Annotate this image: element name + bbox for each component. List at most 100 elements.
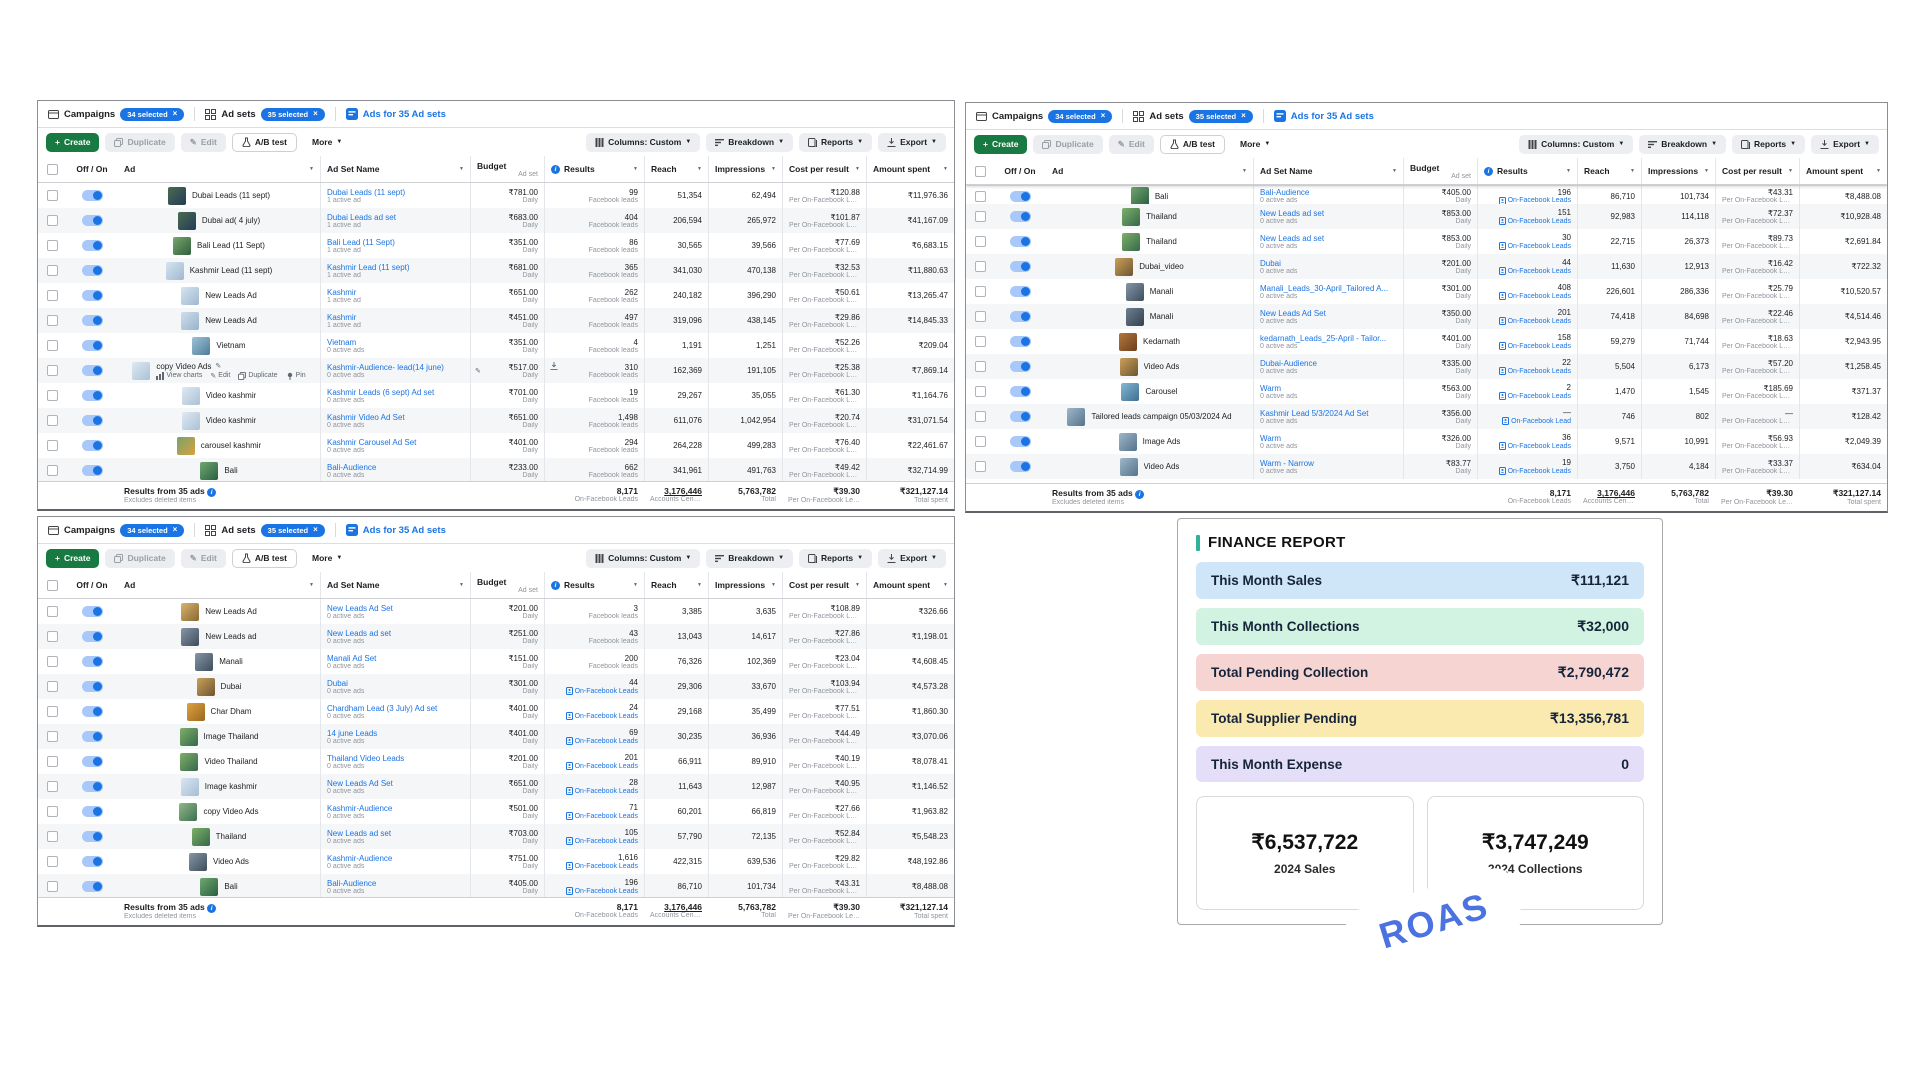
duplicate-action[interactable]: Duplicate (238, 372, 277, 380)
clear-selection-icon[interactable]: × (173, 110, 178, 118)
ad-set-link[interactable]: Dubai-Audience (1260, 359, 1397, 368)
row-toggle[interactable] (1010, 361, 1031, 372)
row-checkbox[interactable] (47, 265, 58, 276)
header-budget[interactable]: BudgetAd set (470, 572, 544, 598)
row-toggle[interactable] (82, 681, 103, 692)
ad-name[interactable]: Thailand (1146, 237, 1177, 246)
ad-name[interactable]: Manali (1150, 287, 1174, 296)
tab-ad-sets[interactable]: Ad sets 35 selected × (205, 524, 324, 537)
ad-name[interactable]: Dubai ad( 4 july) (202, 216, 260, 225)
results-type[interactable]: On-Facebook Leads (566, 737, 638, 745)
header-results[interactable]: iResults ▼ (544, 572, 644, 598)
row-toggle[interactable] (82, 215, 103, 226)
ad-name[interactable]: New Leads ad (205, 632, 256, 641)
ad-set-link[interactable]: kedarnath_Leads_25-April - Tailor... (1260, 334, 1397, 343)
select-all-checkbox[interactable] (47, 580, 58, 591)
table-row[interactable]: Char Dham✎ Chardham Lead (3 July) Ad set… (38, 699, 954, 724)
table-row[interactable]: Bali✎ Bali-Audience 0 active ads ✎ ₹405.… (38, 874, 954, 897)
ab-test-button[interactable]: A/B test (1160, 135, 1225, 154)
row-checkbox[interactable] (47, 781, 58, 792)
tab-ad-sets[interactable]: Ad sets 35 selected × (205, 108, 324, 121)
row-checkbox[interactable] (47, 390, 58, 401)
table-row[interactable]: Thailand✎ New Leads ad set 0 active ads … (966, 204, 1887, 229)
breakdown-button[interactable]: Breakdown ▼ (706, 133, 793, 152)
table-row[interactable]: Video kashmir✎ Kashmir Leads (6 sept) Ad… (38, 383, 954, 408)
create-button[interactable]: + Create (46, 133, 99, 152)
results-type[interactable]: On-Facebook Leads (566, 812, 638, 820)
ad-name[interactable]: Video kashmir (206, 391, 257, 400)
results-type[interactable]: On-Facebook Leads (566, 862, 638, 870)
row-checkbox[interactable] (47, 340, 58, 351)
ad-name[interactable]: Thailand (1146, 212, 1177, 221)
row-toggle[interactable] (1010, 461, 1031, 472)
ad-name[interactable]: Video kashmir (206, 416, 257, 425)
table-row[interactable]: Kashmir Lead (11 sept)✎ Kashmir Lead (11… (38, 258, 954, 283)
row-checkbox[interactable] (47, 806, 58, 817)
ad-name[interactable]: Manali (219, 657, 243, 666)
table-row[interactable]: Bali Lead (11 Sept)✎ Bali Lead (11 Sept)… (38, 233, 954, 258)
ad-set-link[interactable]: Bali-Audience (327, 879, 464, 888)
ad-name[interactable]: Dubai (221, 682, 242, 691)
results-type[interactable]: On-Facebook Leads (1499, 317, 1571, 325)
row-toggle[interactable] (82, 756, 103, 767)
ad-set-link[interactable]: Bali-Audience (1260, 188, 1397, 197)
header-amount-spent[interactable]: Amount spent▼ (1799, 158, 1887, 184)
results-type[interactable]: On-Facebook Leads (1499, 467, 1571, 475)
results-type[interactable]: On-Facebook Leads (1499, 292, 1571, 300)
row-checkbox[interactable] (47, 215, 58, 226)
ad-name[interactable]: Video Ads (1144, 462, 1180, 471)
table-row[interactable]: Kedarnath✎ kedarnath_Leads_25-April - Ta… (966, 329, 1887, 354)
table-row[interactable]: copy Video Ads✎ Kashmir-Audience 0 activ… (38, 799, 954, 824)
ad-name[interactable]: Bali (224, 882, 237, 891)
ad-set-link[interactable]: Warm (1260, 384, 1397, 393)
clear-selection-icon[interactable]: × (313, 526, 318, 534)
table-row[interactable]: New Leads Ad✎ Kashmir 1 active ad ✎ ₹451… (38, 308, 954, 333)
results-type[interactable]: On-Facebook Leads (566, 762, 638, 770)
ad-name[interactable]: Manali (1150, 312, 1174, 321)
ad-set-link[interactable]: Bali Lead (11 Sept) (327, 238, 464, 247)
header-ad[interactable]: Ad▼ (118, 156, 320, 182)
table-row[interactable]: Tailored leads campaign 05/03/2024 Ad✎ K… (966, 404, 1887, 429)
ad-set-link[interactable]: New Leads ad set (327, 829, 464, 838)
row-toggle[interactable] (1010, 436, 1031, 447)
reports-button[interactable]: Reports ▼ (799, 549, 872, 568)
results-type[interactable]: Facebook leads (589, 422, 638, 429)
row-checkbox[interactable] (47, 415, 58, 426)
campaigns-selected-badge[interactable]: 34 selected × (120, 524, 184, 537)
ad-name[interactable]: Bali (1155, 192, 1168, 201)
ad-set-link[interactable]: Dubai (327, 679, 464, 688)
row-checkbox[interactable] (47, 681, 58, 692)
columns-button[interactable]: Columns: Custom ▼ (1519, 135, 1633, 154)
row-toggle[interactable] (82, 440, 103, 451)
ad-set-link[interactable]: Vietnam (327, 338, 464, 347)
header-cost-per-result[interactable]: Cost per result▼ (782, 156, 866, 182)
table-row[interactable]: Image Thailand✎ 14 june Leads 0 active a… (38, 724, 954, 749)
header-impressions[interactable]: Impressions▼ (708, 572, 782, 598)
ad-set-link[interactable]: Manali Ad Set (327, 654, 464, 663)
ab-test-button[interactable]: A/B test (232, 549, 297, 568)
results-type[interactable]: Facebook leads (589, 638, 638, 645)
tab-campaigns[interactable]: Campaigns 34 selected × (976, 110, 1112, 123)
ad-name[interactable]: Image Ads (1143, 437, 1181, 446)
clear-selection-icon[interactable]: × (1241, 112, 1246, 120)
ad-name[interactable]: carousel kashmir (201, 441, 261, 450)
edit-button[interactable]: ✎ Edit (1109, 135, 1154, 154)
ad-name[interactable]: Video Ads (1144, 362, 1180, 371)
ab-test-button[interactable]: A/B test (232, 133, 297, 152)
header-reach[interactable]: Reach▼ (644, 572, 708, 598)
row-toggle[interactable] (1010, 411, 1031, 422)
table-row[interactable]: Video Ads✎ Dubai-Audience 0 active ads ✎… (966, 354, 1887, 379)
ad-set-link[interactable]: Kashmir-Audience (327, 854, 464, 863)
results-type[interactable]: Facebook leads (589, 272, 638, 279)
row-toggle[interactable] (82, 656, 103, 667)
table-row[interactable]: copy Video Ads✎ View charts ✎Edit Duplic… (38, 358, 954, 383)
header-results[interactable]: iResults ▼ (544, 156, 644, 182)
row-checkbox[interactable] (975, 411, 986, 422)
ad-name[interactable]: Image kashmir (205, 782, 257, 791)
row-checkbox[interactable] (975, 211, 986, 222)
results-type[interactable]: On-Facebook Lead (1502, 417, 1571, 425)
table-row[interactable]: Bali✎ Bali-Audience 0 active ads ✎ ₹405.… (966, 185, 1887, 204)
columns-button[interactable]: Columns: Custom ▼ (586, 133, 700, 152)
ad-set-link[interactable]: Warm - Narrow (1260, 459, 1397, 468)
row-checkbox[interactable] (47, 881, 58, 892)
